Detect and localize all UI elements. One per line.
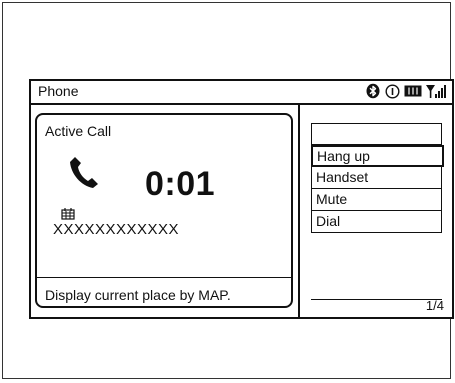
menu-item-dial[interactable]: Dial [311, 211, 442, 233]
phone-screen: Phone Active Call 0:01 XXXXXXXXXXXX Disp… [29, 79, 454, 319]
menu-item-empty-top [311, 123, 442, 145]
status-icons [365, 83, 446, 99]
call-timer: 0:01 [145, 165, 216, 203]
screen-title: Phone [38, 83, 79, 99]
call-options-menu: Hang up Handset Mute Dial [311, 123, 444, 233]
phone-handset-icon [69, 155, 99, 194]
menu-item-hang-up[interactable]: Hang up [311, 145, 444, 167]
bluetooth-icon [365, 83, 381, 99]
display-map-button[interactable]: Display current place by MAP. [37, 278, 291, 306]
info-icon [385, 83, 400, 99]
menu-item-mute[interactable]: Mute [311, 189, 442, 211]
page-indicator: 1/4 [425, 298, 444, 313]
menu-bottom-line [311, 299, 442, 300]
active-call-panel: Active Call 0:01 XXXXXXXXXXXX Display cu… [35, 113, 293, 308]
panel-title: Active Call [45, 123, 112, 139]
title-bar: Phone [31, 81, 452, 105]
signal-icon [426, 84, 446, 99]
contact-number: XXXXXXXXXXXX [53, 221, 180, 238]
panel-separator [298, 103, 300, 317]
menu-item-handset[interactable]: Handset [311, 167, 442, 189]
battery-icon [404, 84, 422, 98]
